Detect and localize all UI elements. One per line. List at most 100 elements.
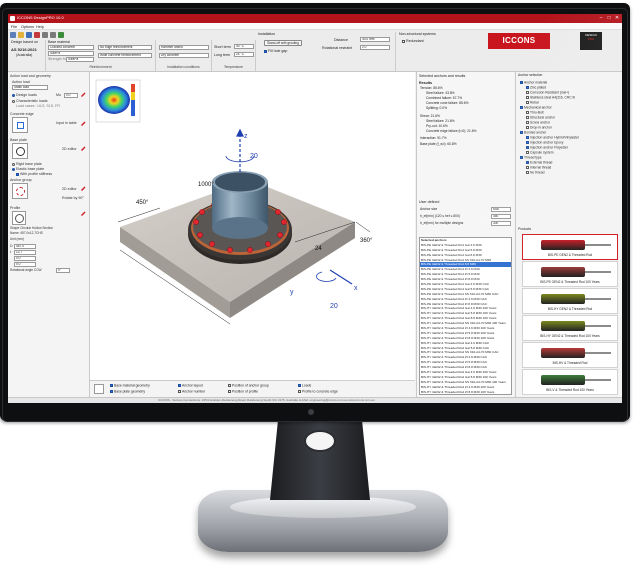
anchor-group-diagram-icon[interactable] [12,183,28,199]
dim-t-field[interactable]: 12.7 [14,250,36,255]
edit-profile-icon[interactable] [81,211,86,216]
product-card[interactable]: BIS-HV & Threaded Rod [522,342,618,368]
tree-option-label: Structural anchor [530,115,556,120]
settings-icon[interactable] [58,32,64,38]
dim-3-field[interactable]: 0.0 [14,256,36,261]
char-loads-option[interactable]: Characteristic loads [12,99,48,103]
opt-base-material[interactable]: Base material geometry [110,383,150,388]
profile-diagram-icon[interactable] [12,211,26,225]
tree-option-label: Rebar [530,100,539,105]
strength-field[interactable]: 40MPa [66,57,94,62]
opt-profile-pos[interactable]: Position of profile [228,389,258,394]
menu-options[interactable]: Options [21,25,34,29]
open-folder-icon[interactable] [18,32,24,38]
concrete-select[interactable]: Cracked concrete [48,45,94,50]
short-term-field[interactable]: 40 °C [234,44,254,49]
stiffness-label: With profile stiffness [20,172,53,176]
nonstructural-label: Non-structural systems [399,32,436,36]
nonstructural-group: Non-structural systems Redundant [396,32,476,71]
long-term-field[interactable]: 24 °C [234,52,254,57]
edit-edge-icon[interactable] [81,121,86,126]
close-icon[interactable]: ✕ [613,15,621,22]
restraint-field[interactable]: 2.0 [360,45,390,50]
view-cube-icon[interactable] [94,384,104,394]
standoff-button[interactable]: Stand-off with grouting [264,40,302,46]
selected-anchors-list[interactable]: Selected anchors BIS-PE GEN2 & Threaded … [419,237,512,395]
anchor-list-item[interactable]: BIS-HY GEN2 & Threaded Rod SS 316-A4-70 … [420,380,511,385]
grade-select[interactable]: 40MPa [48,51,94,56]
anchor-list-item[interactable]: BIS-PE GEN2 & Threaded Rod SS 316-A4-70 … [420,292,511,297]
cartridge-icon [541,375,585,385]
edit-plate-icon[interactable] [81,146,86,151]
product-card[interactable]: BIS-V & Threaded Rod 100 Years [522,369,618,395]
product-card[interactable]: BIS-PE GEN2 & Threaded Rod [522,234,618,260]
mu-field[interactable]: 0.0 [64,93,78,98]
condition-select[interactable]: Dry concrete [159,53,209,58]
save-icon[interactable] [26,32,32,38]
tree-option-label: Internal thread [530,165,552,170]
pdf-icon[interactable] [34,32,40,38]
iccons-logo: ICCONS [488,33,550,49]
base-plate-diagram-icon[interactable] [12,143,28,159]
cartridge-icon [541,348,585,358]
edge-diagram-icon[interactable] [12,117,28,133]
rot-angle-field[interactable]: 0° [56,268,70,273]
product-card[interactable]: BIS-HY GEN2 & Threaded Rod 100 Years [522,315,618,341]
anchor-list-item[interactable]: BIS-HY GEN2 & Threaded Rod ZI 8.8 M30 10… [420,390,511,394]
product-name: BIS-HY GEN2 & Threaded Rod [547,307,593,311]
dim-4-field[interactable]: 0.0 [14,262,36,267]
standard-group: Design based on AS 5216:2021 (Australia) [8,40,46,71]
base-material-label: Base material [48,40,70,44]
maximize-icon[interactable]: □ [605,15,613,22]
temperature-caption: Temperature [223,65,244,70]
3d-model-view[interactable]: 450° 24 z 20 20 1000° 360° x y [90,72,415,380]
undo-icon[interactable] [42,32,48,38]
dim-d-field[interactable]: 457.0 [14,244,36,249]
reinforcement-select[interactable]: Wide concrete reinforcement [98,53,152,58]
standard-value[interactable]: AS 5216:2021 [11,47,37,53]
3d-viewport[interactable]: 450° 24 z 20 20 1000° 360° x y [90,72,415,380]
threaded-rod-icon [585,352,611,354]
tree-option-label: Thread type [524,155,542,160]
rigid-plate-option[interactable]: Rigid base plate [12,162,42,166]
distance-field[interactable]: 30.0 mm [360,37,390,42]
rotate-label[interactable]: Rotate by 90° [62,196,84,200]
stiffness-option[interactable]: With profile stiffness [16,172,52,176]
hef-label: h_ef(min) (120 ≤ hef ≤ 800) [420,214,460,218]
product-card[interactable]: BIS-HY GEN2 & Threaded Rod [522,288,618,314]
design-loads-option[interactable]: Design loads [12,93,37,97]
edit-loads-icon[interactable] [81,92,86,97]
menu-help[interactable]: Help [36,25,44,29]
tree-option-label: External thread [530,160,553,165]
hef-field[interactable]: 450 [491,214,511,219]
base-plate-result: Base plate (f_w,t): 60.8% [420,142,457,146]
drilling-select[interactable]: Hammer drilled [159,45,209,50]
elastic-plate-option[interactable]: Elastic base plate [12,167,44,171]
ribbon: ICCONS DESIGN PRO Design based on AS 521… [8,30,622,72]
edit-anchor-group-icon[interactable] [81,186,86,191]
opt-profile-edge[interactable]: Profile to concrete edge [298,389,338,394]
opt-loads[interactable]: Loads [298,383,311,388]
edge-reinforcement-select[interactable]: No edge reinforcement [98,45,152,50]
fill-hole-option[interactable]: Fill hole gap [264,49,287,53]
unit-label: Unit (mm) [10,237,24,241]
opt-anchor-number[interactable]: Anchor number [178,389,205,394]
axis-z-label: z [244,133,248,140]
tree-option[interactable]: No thread [526,170,544,175]
opt-anchor-layout[interactable]: Anchor layout [178,383,203,388]
tree-option-label: Capsule system [530,150,554,155]
redundant-option[interactable]: Redundant [402,39,424,43]
menu-file[interactable]: File [11,25,17,29]
hef-multi-field[interactable]: 300 [491,221,511,226]
opt-base-plate[interactable]: Base plate geometry [110,389,145,394]
stress-heatmap-thumbnail [95,79,141,123]
window-title: ICCONS DesignPRO 10.0 [17,15,64,20]
action-select[interactable]: Static load [12,85,48,90]
new-file-icon[interactable] [10,32,16,38]
anchor-size-select[interactable]: M30 [491,207,511,212]
product-card[interactable]: BIS-PE GEN2 & Threaded Rod 100 Years [522,261,618,287]
redo-icon[interactable] [50,32,56,38]
opt-anchor-group-pos[interactable]: Position of anchor group [228,383,269,388]
minimize-icon[interactable]: – [597,15,605,22]
results-header: Selected anchors and results [419,74,466,78]
